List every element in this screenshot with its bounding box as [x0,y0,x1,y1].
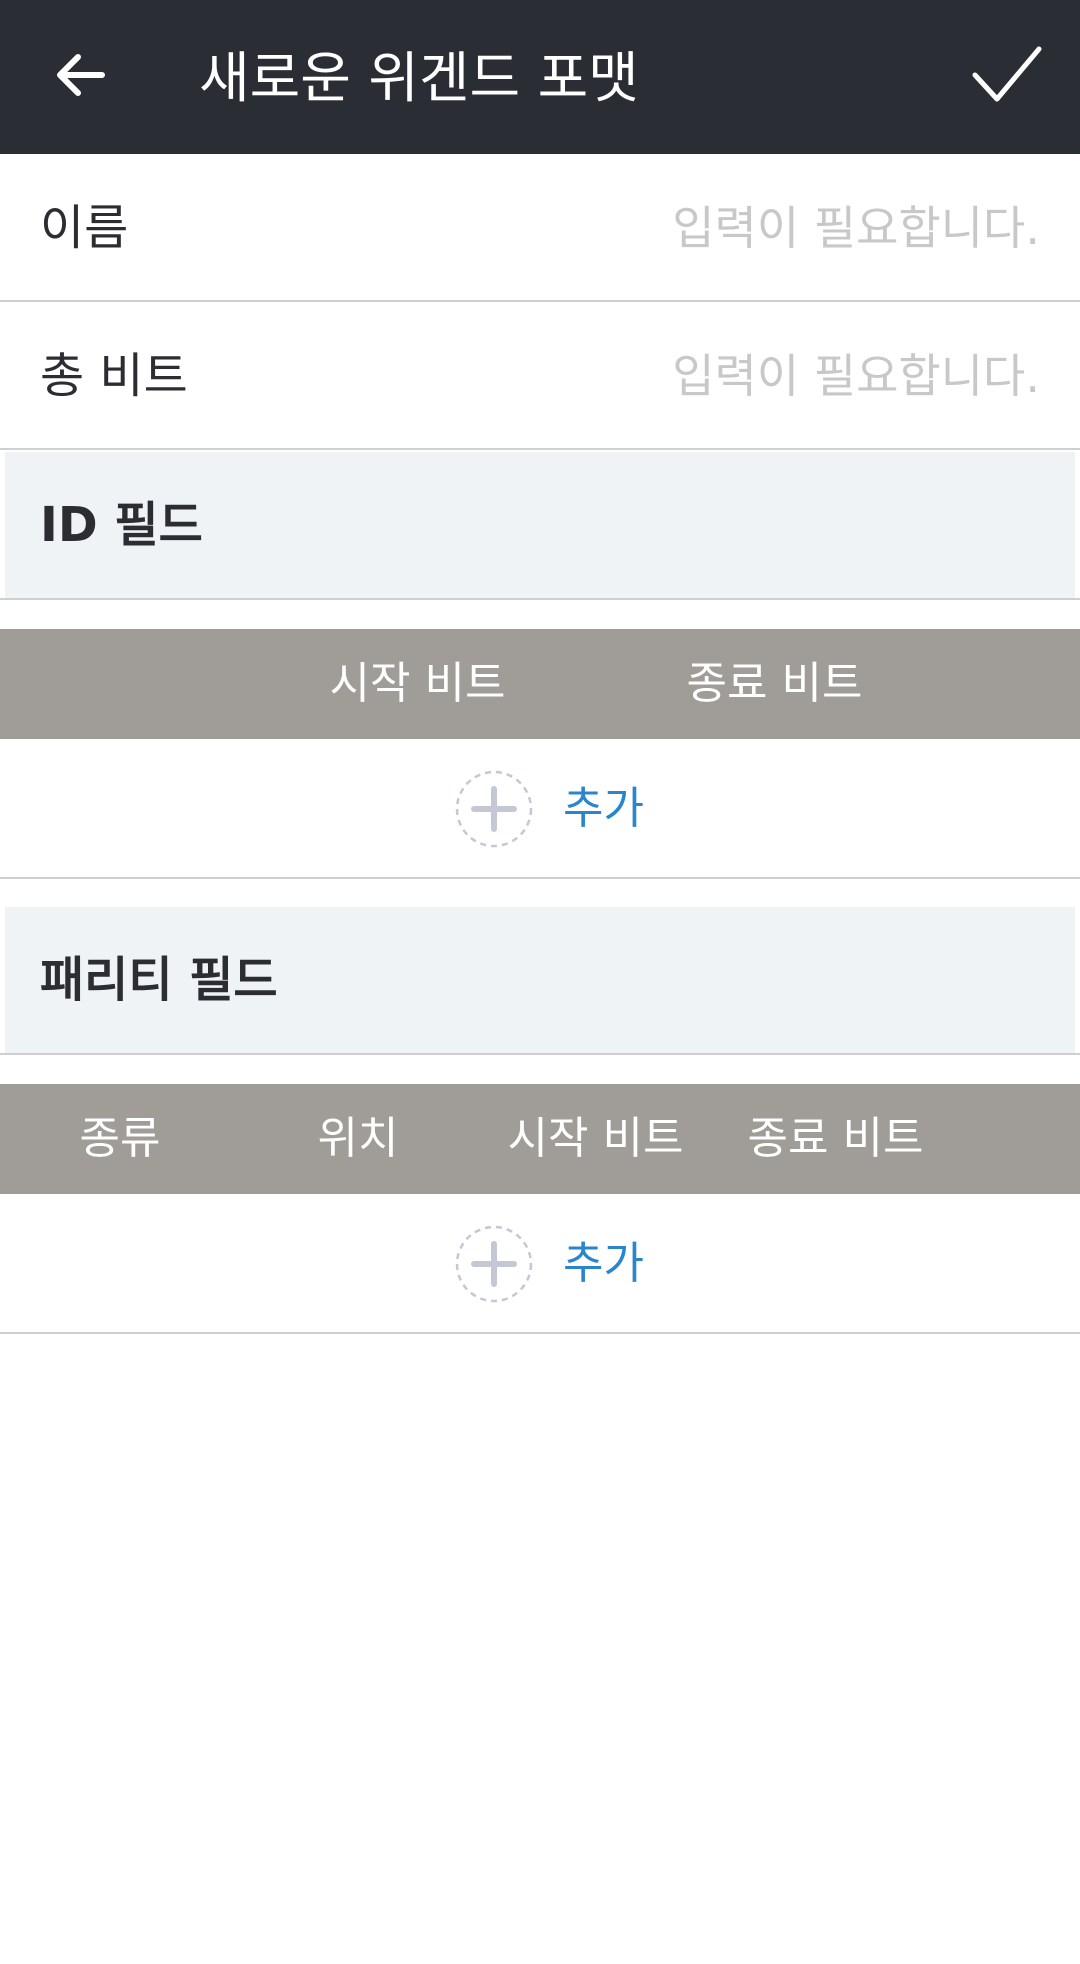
column-header-start-bit: 시작 비트 [329,658,506,709]
name-label: 이름 [40,200,129,256]
total-bits-input[interactable] [480,336,1040,416]
total-bits-field-row: 총 비트 [0,302,1080,450]
add-circle-icon [455,1225,533,1303]
page-title: 새로운 위겐드 포맷 [199,46,639,110]
parity-field-add-row: 추가 [0,1194,1080,1334]
parity-field-add-button[interactable]: 추가 [455,1225,644,1303]
total-bits-label: 총 비트 [40,348,188,404]
name-input[interactable] [480,188,1040,268]
parity-field-add-label: 추가 [563,1238,644,1289]
id-field-add-row: 추가 [0,739,1080,879]
add-circle-icon [455,770,533,848]
column-header-end-bit: 종료 비트 [686,658,863,709]
id-field-table-header: 시작 비트 종료 비트 [0,629,1080,739]
confirm-button[interactable] [962,37,1052,117]
check-icon [971,45,1043,109]
id-field-add-button[interactable]: 추가 [455,770,644,848]
column-header-end-bit: 종료 비트 [747,1113,924,1164]
parity-field-table-header: 종류 위치 시작 비트 종료 비트 [0,1084,1080,1194]
divider [0,1053,1080,1055]
arrow-left-icon [52,47,108,107]
name-field-row: 이름 [0,154,1080,302]
column-header-position: 위치 [317,1113,399,1164]
column-header-start-bit: 시작 비트 [507,1113,684,1164]
column-header-type: 종류 [79,1113,161,1164]
divider [0,598,1080,600]
id-field-section-title: ID 필드 [40,497,203,553]
id-field-section-header: ID 필드 [5,452,1075,598]
app-bar: 새로운 위겐드 포맷 [0,0,1080,154]
back-button[interactable] [40,37,120,117]
id-field-add-label: 추가 [563,783,644,834]
parity-field-section-header: 패리티 필드 [5,907,1075,1053]
parity-field-section-title: 패리티 필드 [40,952,278,1008]
